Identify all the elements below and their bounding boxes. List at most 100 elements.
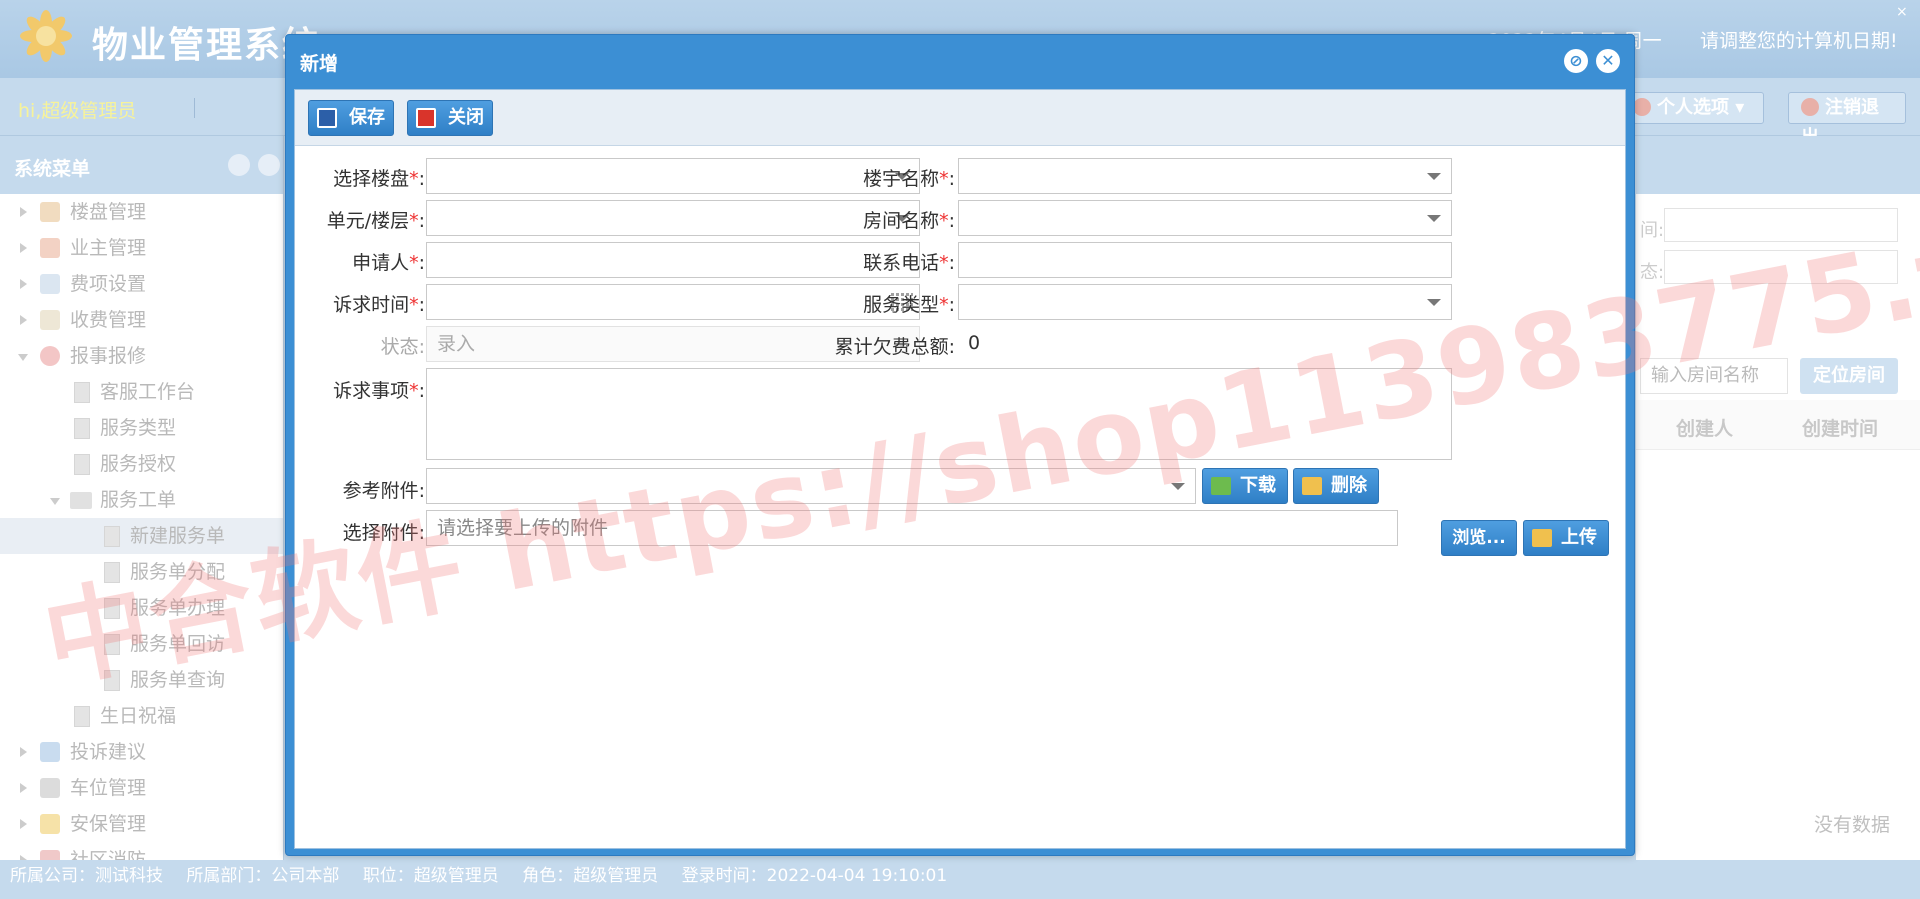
column-created-time[interactable]: 创建时间: [1802, 414, 1878, 441]
minimize-icon[interactable]: ⊘: [1564, 49, 1588, 73]
sidebar-title: 系统菜单: [14, 158, 91, 180]
filter-select[interactable]: [1664, 250, 1898, 284]
filter-label: 态:: [1640, 262, 1665, 283]
logout-button[interactable]: 注销退出: [1788, 92, 1906, 148]
status-bar: 所属公司：测试科技 所属部门：公司本部 职位：超级管理员 角色：超级管理员 登录…: [0, 860, 1920, 899]
fee-settings-icon: [40, 274, 60, 294]
gear-icon[interactable]: [258, 154, 280, 176]
delete-button[interactable]: 删除: [1293, 468, 1379, 504]
service-type-dropdown[interactable]: [958, 284, 1452, 320]
sidebar-item-label: 新建服务单: [130, 525, 226, 547]
sidebar-item-security[interactable]: 安保管理: [0, 806, 283, 842]
logout-icon: [1801, 98, 1819, 116]
personal-options-button[interactable]: 个人选项 ▾: [1620, 92, 1764, 124]
sidebar-item-service-type[interactable]: 服务类型: [0, 410, 283, 446]
folder-icon: [70, 492, 92, 509]
phone-input[interactable]: [958, 242, 1452, 278]
sidebar-item-label: 服务单分配: [130, 561, 226, 583]
room-name-dropdown[interactable]: [958, 200, 1452, 236]
dialog-toolbar: 保存 关闭: [295, 90, 1625, 146]
sidebar-item-label: 服务单回访: [130, 633, 226, 655]
sidebar-item-order-query[interactable]: 服务单查询: [0, 662, 283, 698]
new-form: 选择楼盘*: 楼宇名称*: 单元/楼层*: 房间名称*: 申请人*: 联系电话*…: [295, 146, 1625, 848]
close-button[interactable]: 关闭: [407, 100, 493, 136]
chevron-down-icon: [1427, 173, 1441, 180]
sidebar-item-label: 生日祝福: [100, 705, 177, 727]
save-icon: [317, 108, 337, 128]
upload-icon: [1532, 529, 1552, 547]
new-dialog: 新增 ⊘ ✕ 保存 关闭 选择楼盘*: 楼宇名称*: 单元/楼层*: 房间名称*…: [285, 34, 1635, 856]
request-matter-textarea[interactable]: [426, 368, 1452, 460]
sidebar-item-label: 服务类型: [100, 417, 177, 439]
sidebar-item-new-order[interactable]: 新建服务单: [0, 518, 283, 554]
sidebar-item-birthday[interactable]: 生日祝福: [0, 698, 283, 734]
sidebar-item-label: 安保管理: [70, 813, 147, 835]
shield-icon: [40, 814, 60, 834]
sidebar-item-repair[interactable]: 报事报修: [0, 338, 283, 374]
sidebar-item-label: 服务工单: [100, 489, 177, 511]
sidebar-item-complaint[interactable]: 投诉建议: [0, 734, 283, 770]
chevron-down-icon: [1427, 299, 1441, 306]
sidebar-item-owner[interactable]: 业主管理: [0, 230, 283, 266]
close-icon: [416, 108, 436, 128]
complaint-icon: [40, 742, 60, 762]
download-button[interactable]: 下载: [1202, 468, 1288, 504]
sidebar: 系统菜单 楼盘管理 业主管理 费项设置 收费管理 报事报修 客服工作台 服务类型…: [0, 136, 284, 860]
phone-label: 联系电话*:: [863, 252, 955, 274]
divider: [194, 98, 195, 118]
sidebar-item-order-revisit[interactable]: 服务单回访: [0, 626, 283, 662]
sidebar-item-order-assign[interactable]: 服务单分配: [0, 554, 283, 590]
locate-room-button[interactable]: 定位房间: [1800, 358, 1898, 394]
charge-icon: [40, 310, 60, 330]
request-time-label: 诉求时间*:: [333, 294, 425, 316]
total-arrears-value: 0: [968, 332, 981, 354]
sidebar-item-label: 客服工作台: [100, 381, 196, 403]
right-panel: [1636, 136, 1920, 860]
browse-button[interactable]: 浏览...: [1441, 520, 1517, 556]
request-matter-label: 诉求事项*:: [333, 380, 425, 402]
collapse-icon[interactable]: [228, 154, 250, 176]
save-button[interactable]: 保存: [308, 100, 394, 136]
dialog-title: 新增: [300, 53, 339, 75]
column-creator[interactable]: 创建人: [1676, 414, 1733, 441]
document-icon: [74, 706, 90, 727]
flower-logo-icon: [18, 8, 74, 64]
no-data-text: 没有数据: [1814, 814, 1891, 836]
sidebar-item-service-desk[interactable]: 客服工作台: [0, 374, 283, 410]
sidebar-item-fee-settings[interactable]: 费项设置: [0, 266, 283, 302]
status-role: 角色：超级管理员: [522, 866, 659, 886]
chevron-down-icon: [1171, 483, 1185, 490]
sidebar-item-parking[interactable]: 车位管理: [0, 770, 283, 806]
close-icon[interactable]: ✕: [1596, 49, 1620, 73]
sidebar-item-fire[interactable]: 社区消防: [0, 842, 283, 860]
document-icon: [104, 598, 120, 619]
owner-icon: [40, 238, 60, 258]
building-name-dropdown[interactable]: [958, 158, 1452, 194]
sidebar-item-work-order[interactable]: 服务工单: [0, 482, 283, 518]
close-icon[interactable]: ×: [1896, 4, 1908, 20]
user-greeting: hi,超级管理员: [18, 100, 137, 122]
filter-select[interactable]: [1664, 208, 1898, 242]
dialog-body: 保存 关闭 选择楼盘*: 楼宇名称*: 单元/楼层*: 房间名称*: 申请人*:…: [294, 89, 1626, 849]
download-label: 下载: [1240, 475, 1276, 496]
sidebar-item-property[interactable]: 楼盘管理: [0, 194, 283, 230]
document-icon: [104, 562, 120, 583]
sidebar-item-label: 费项设置: [70, 273, 147, 295]
document-icon: [74, 382, 90, 403]
parking-icon: [40, 778, 60, 798]
applicant-label: 申请人*:: [352, 252, 425, 274]
document-icon: [74, 418, 90, 439]
reference-attachment-dropdown[interactable]: [426, 468, 1196, 504]
sidebar-item-charge[interactable]: 收费管理: [0, 302, 283, 338]
attachment-path-input[interactable]: 请选择要上传的附件: [426, 510, 1398, 546]
upload-button[interactable]: 上传: [1523, 520, 1609, 556]
sidebar-item-order-handle[interactable]: 服务单办理: [0, 590, 283, 626]
right-panel-header: [1636, 136, 1920, 194]
sidebar-item-label: 业主管理: [70, 237, 147, 259]
sidebar-item-label: 车位管理: [70, 777, 147, 799]
room-search-input[interactable]: 输入房间名称: [1640, 358, 1788, 394]
sidebar-item-service-auth[interactable]: 服务授权: [0, 446, 283, 482]
building-icon: [40, 202, 60, 222]
sidebar-item-label: 社区消防: [70, 849, 147, 860]
document-icon: [104, 670, 120, 691]
